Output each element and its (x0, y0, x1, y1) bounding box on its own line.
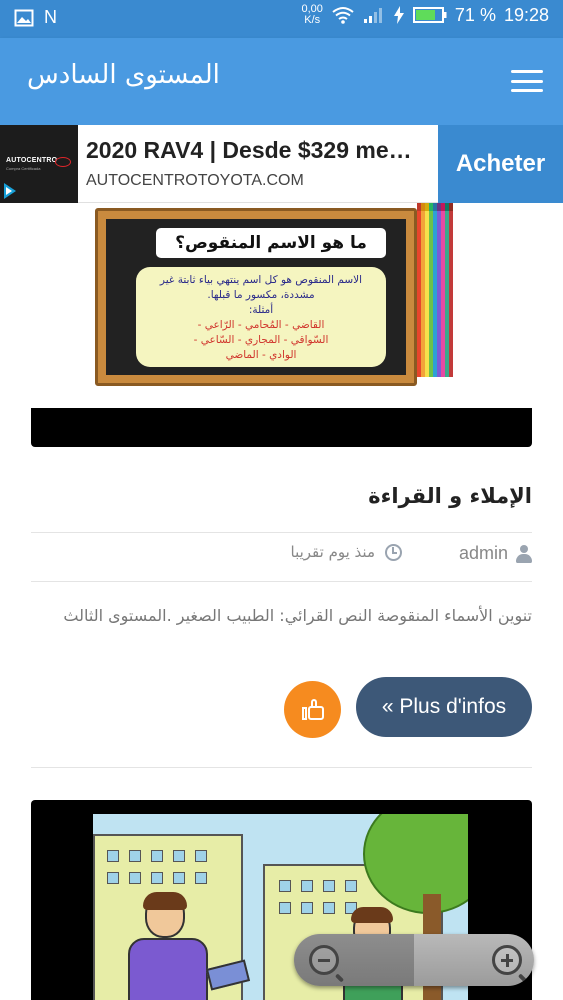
ad-banner[interactable]: AUTOCENTRO Compra Certificada 2020 RAV4 … (0, 125, 563, 203)
charging-icon (393, 6, 404, 24)
zoom-control (294, 934, 534, 986)
status-right: 0,00 K/s 71 % 19:28 (302, 4, 550, 26)
user-icon (516, 544, 532, 563)
read-more-button[interactable]: « Plus d'infos (356, 677, 532, 737)
window (129, 850, 141, 862)
window (151, 850, 163, 862)
wifi-icon (332, 7, 354, 24)
boy-body (128, 938, 208, 1000)
window (173, 850, 185, 862)
battery-percent: 71 % (454, 4, 496, 25)
board-examples-line: القاضي - المُحامي - الرّاعي - (197, 319, 325, 331)
window (151, 872, 163, 884)
post-title[interactable]: الإملاء و القراءة (31, 484, 532, 508)
zoom-in-icon (492, 945, 522, 975)
window (301, 880, 313, 892)
network-speed-unit: K/s (304, 14, 321, 26)
divider (31, 581, 532, 582)
screen: N 0,00 K/s 71 % 19:28 المستوى السادس AUT… (0, 0, 563, 1000)
n-icon: N (44, 7, 57, 27)
window (107, 850, 119, 862)
thumbs-up-icon (301, 698, 324, 721)
window (195, 872, 207, 884)
window (323, 880, 335, 892)
zoom-out-icon (309, 945, 339, 975)
window (345, 880, 357, 892)
status-left: N (14, 7, 57, 28)
board-examples-line: الوادي - الماضي (225, 349, 297, 361)
post-date-text: منذ يوم تقريبا (290, 543, 376, 561)
window (301, 902, 313, 914)
window (195, 850, 207, 862)
ad-logo-subtext: Compra Certificada (6, 166, 41, 171)
post-author[interactable]: admin (459, 543, 532, 564)
ad-logo-text: AUTOCENTRO (6, 157, 58, 164)
board-examples-line: السّواقي - المجاري - السّاعي - (193, 334, 329, 346)
thumb-up (310, 698, 317, 708)
clock-time: 19:28 (503, 4, 549, 25)
menu-line (511, 79, 543, 83)
clock-icon (385, 543, 402, 561)
toyota-emblem-icon (55, 157, 71, 167)
thumb-palm (307, 705, 324, 720)
thumb-cuff (301, 706, 307, 720)
post-date: منذ يوم تقريبا (290, 543, 402, 561)
boy-illustration (123, 892, 213, 1000)
hamburger-menu-icon[interactable] (511, 66, 543, 96)
app-bar: المستوى السادس (0, 38, 563, 125)
minus-bar (318, 959, 330, 962)
post-excerpt: تنوين الأسماء المنقوصة النص القرائي: الط… (63, 606, 532, 625)
chalkboard-surface: ما هو الاسم المنقوص؟ الاسم المنقوص هو كل… (106, 219, 406, 375)
board-note: الاسم المنقوص هو كل اسم ينتهي بياء ثابتة… (136, 267, 386, 367)
app-title: المستوى السادس (27, 60, 220, 90)
image-icon (14, 9, 34, 26)
post-meta: admin منذ يوم تقريبا (31, 537, 532, 577)
menu-line (511, 89, 543, 92)
divider (31, 532, 532, 533)
like-button[interactable] (284, 681, 341, 738)
battery-icon (412, 7, 447, 23)
zoom-in-button[interactable] (414, 934, 534, 986)
window (129, 872, 141, 884)
window (323, 902, 335, 914)
colored-pencils-illustration (417, 203, 453, 377)
board-definition: الاسم المنقوص هو كل اسم ينتهي بياء ثابتة… (159, 274, 363, 301)
status-bar: N 0,00 K/s 71 % 19:28 (0, 0, 563, 38)
divider (31, 767, 532, 768)
ad-choices-icon[interactable] (4, 183, 16, 199)
signal-icon (363, 8, 382, 23)
menu-line (511, 70, 543, 73)
post-image[interactable]: ما هو الاسم المنقوص؟ الاسم المنقوص هو كل… (31, 203, 532, 447)
chalkboard-illustration: ما هو الاسم المنقوص؟ الاسم المنقوص هو كل… (95, 208, 417, 386)
plus-bar-v (505, 954, 509, 967)
window (173, 872, 185, 884)
network-speed: 0,00 K/s (302, 4, 323, 26)
author-name: admin (458, 543, 508, 563)
image-letterbox-bar (31, 408, 532, 447)
boy-hair (351, 907, 393, 923)
boy-hair (143, 892, 187, 910)
ad-logo[interactable]: AUTOCENTRO Compra Certificada (0, 125, 78, 203)
window (279, 880, 291, 892)
zoom-out-button[interactable] (294, 934, 414, 986)
window (107, 872, 119, 884)
board-examples-label: أمثلة: (248, 304, 274, 316)
board-title: ما هو الاسم المنقوص؟ (156, 228, 386, 258)
ad-cta-button[interactable]: Acheter (438, 125, 563, 203)
ad-title[interactable]: 2020 RAV4 | Desde $329 me… (86, 137, 434, 164)
ad-domain[interactable]: AUTOCENTROTOYOTA.COM (86, 172, 304, 190)
window (279, 902, 291, 914)
